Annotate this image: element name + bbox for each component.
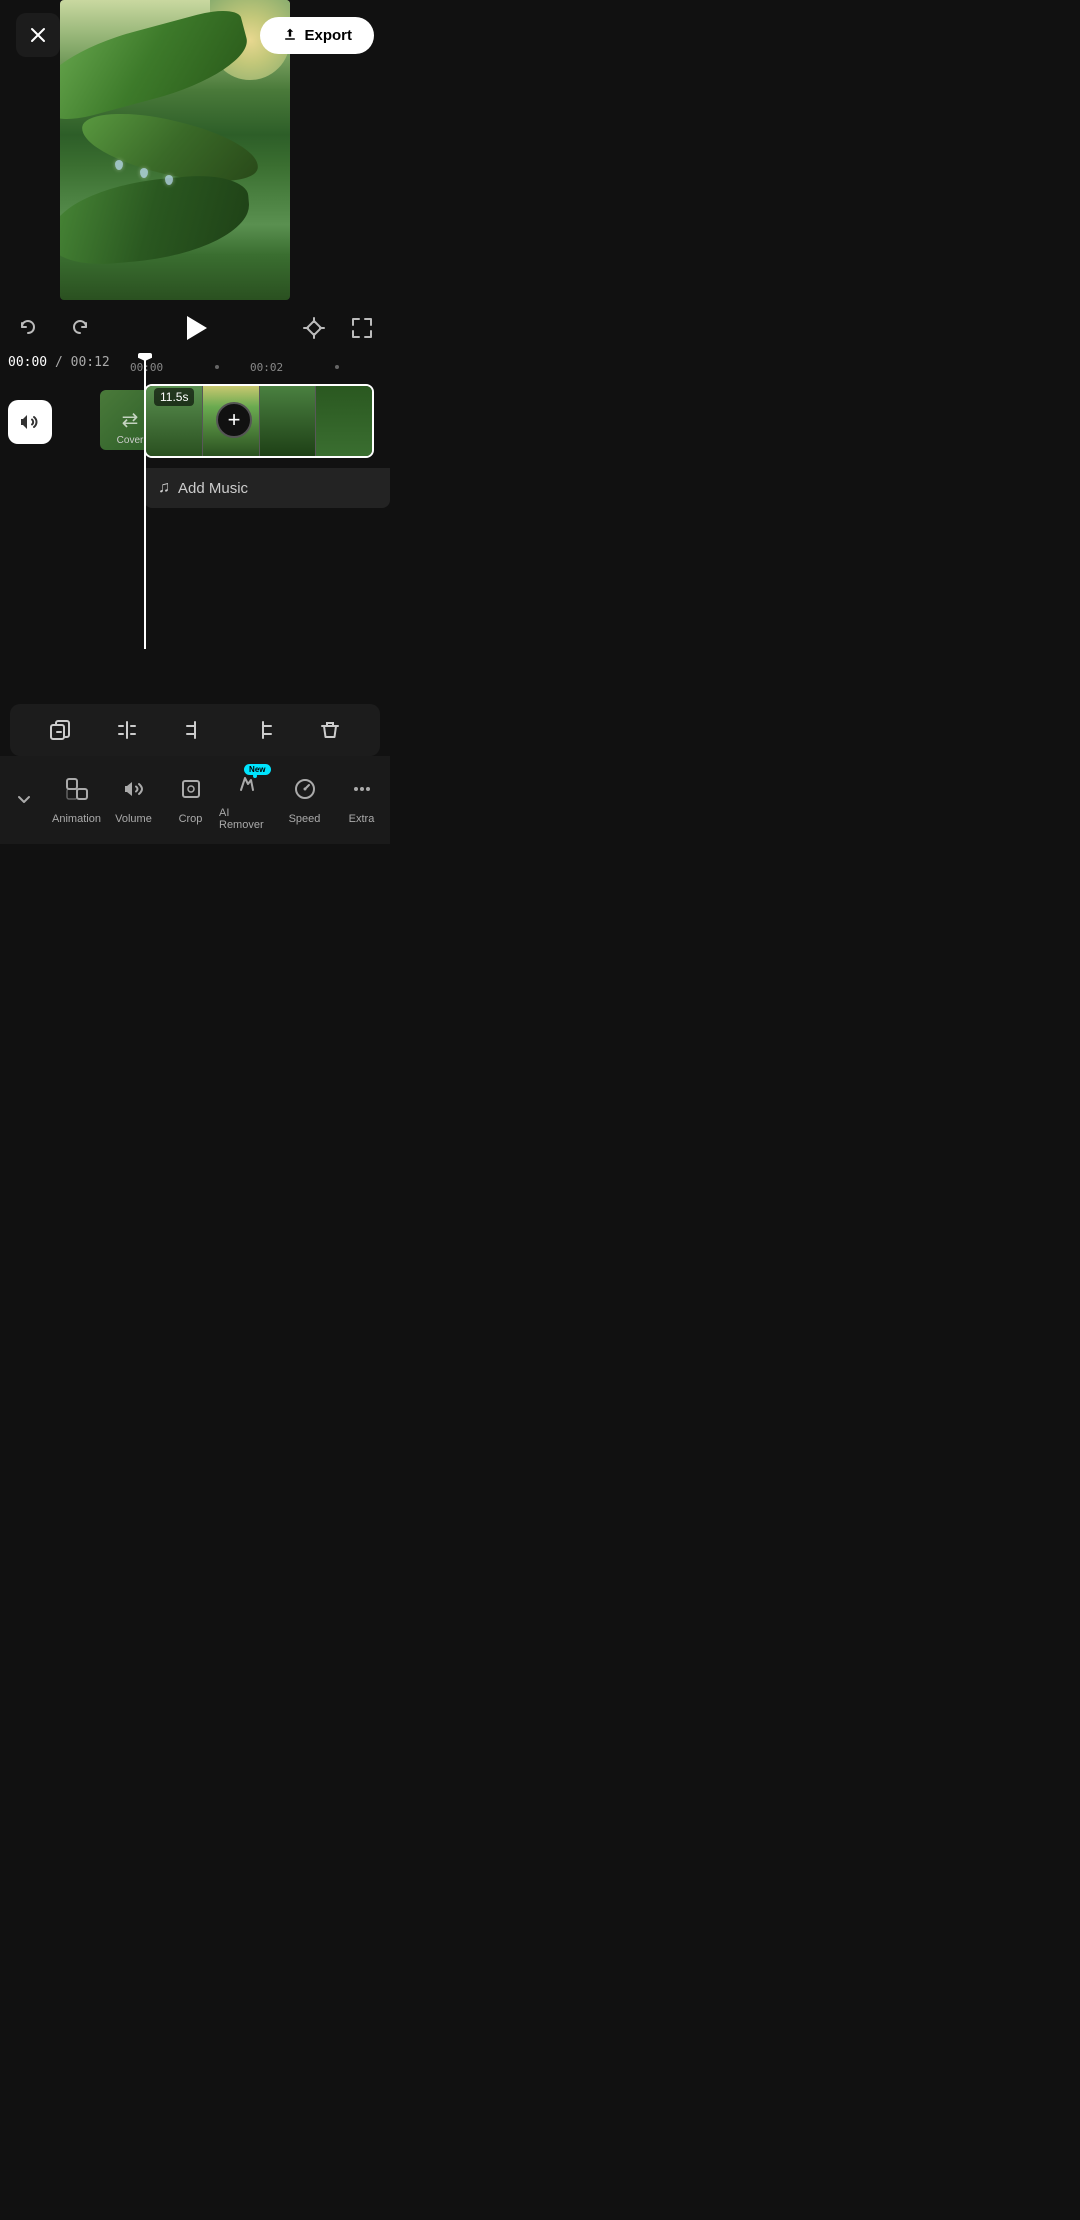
nav-item-crop[interactable]: Crop: [162, 756, 219, 844]
animation-icon: [64, 776, 90, 809]
fullscreen-button[interactable]: [346, 312, 378, 344]
ai-remover-icon: New: [235, 770, 261, 803]
clip-duration-text: 11.5s: [160, 390, 188, 404]
duplicate-button[interactable]: [42, 712, 78, 748]
nav-items-list: Animation Volume Crop: [48, 756, 390, 844]
play-icon: [177, 310, 213, 346]
nav-item-extra[interactable]: Extra: [333, 756, 390, 844]
audio-button[interactable]: [8, 400, 52, 444]
keyframe-button[interactable]: [298, 312, 330, 344]
clip-frame-4: [316, 386, 372, 456]
playhead-line: [144, 355, 146, 649]
ruler-dot-1: [215, 365, 219, 369]
nav-ai-remover-label: AI Remover: [219, 807, 276, 831]
timeline-ruler: 00:00 00:02: [130, 355, 390, 379]
nav-speed-label: Speed: [289, 813, 321, 825]
header: Export: [0, 0, 390, 70]
bottom-nav: Animation Volume Crop: [0, 756, 390, 844]
add-clip-button[interactable]: +: [216, 402, 252, 438]
crop-icon: [178, 776, 204, 809]
extra-icon: [349, 776, 375, 809]
split-button[interactable]: [109, 712, 145, 748]
export-button[interactable]: Export: [260, 17, 374, 54]
delete-button[interactable]: [312, 712, 348, 748]
nav-item-ai-remover[interactable]: New AI Remover: [219, 756, 276, 844]
volume-icon: [18, 410, 42, 434]
nav-item-speed[interactable]: Speed: [276, 756, 333, 844]
leaf-bottom: [60, 171, 253, 268]
ruler-dot-2: [335, 365, 339, 369]
ruler-tick-1: 00:02: [250, 361, 283, 374]
clip-duration-badge: 11.5s: [154, 388, 194, 406]
add-music-label: Add Music: [178, 480, 248, 497]
volume-nav-icon: [121, 776, 147, 809]
nav-item-volume[interactable]: Volume: [105, 756, 162, 844]
keyframe-fullscreen-group: [298, 312, 378, 344]
nav-item-animation[interactable]: Animation: [48, 756, 105, 844]
cover-label: Cover: [117, 435, 144, 450]
redo-button[interactable]: [64, 312, 96, 344]
close-icon: [30, 27, 46, 43]
chevron-down-icon: [14, 790, 34, 810]
export-label: Export: [304, 27, 352, 44]
timecode: 00:00 / 00:12: [8, 355, 110, 370]
edit-toolbar: [10, 704, 380, 756]
add-music-button[interactable]: ♫ Add Music: [144, 468, 390, 508]
timeline-area: ⇄ Cover 11.5s + ♫ Add Music: [0, 380, 390, 500]
nav-volume-label: Volume: [115, 813, 152, 825]
play-button[interactable]: [171, 304, 219, 352]
close-button[interactable]: [16, 13, 60, 57]
water-drop-2: [140, 168, 148, 178]
undo-button[interactable]: [12, 312, 44, 344]
nav-extra-label: Extra: [349, 813, 375, 825]
undo-redo-group: [12, 312, 96, 344]
water-drop-1: [115, 160, 123, 170]
nav-crop-label: Crop: [179, 813, 203, 825]
new-badge: New: [244, 764, 270, 775]
speed-icon: [292, 776, 318, 809]
trim-right-button[interactable]: [245, 712, 281, 748]
clip-frame-3: [260, 386, 316, 456]
cover-arrows-icon: ⇄: [122, 408, 139, 433]
ruler-tick-0: 00:00: [130, 361, 163, 374]
upload-icon: [282, 27, 298, 43]
nav-animation-label: Animation: [52, 813, 101, 825]
total-time: 00:12: [71, 355, 110, 370]
controls-bar: [0, 302, 390, 354]
current-time: 00:00: [8, 355, 47, 370]
timecode-separator: /: [55, 355, 71, 370]
music-note-icon: ♫: [158, 479, 170, 497]
nav-collapse-button[interactable]: [0, 756, 48, 844]
trim-left-button[interactable]: [177, 712, 213, 748]
